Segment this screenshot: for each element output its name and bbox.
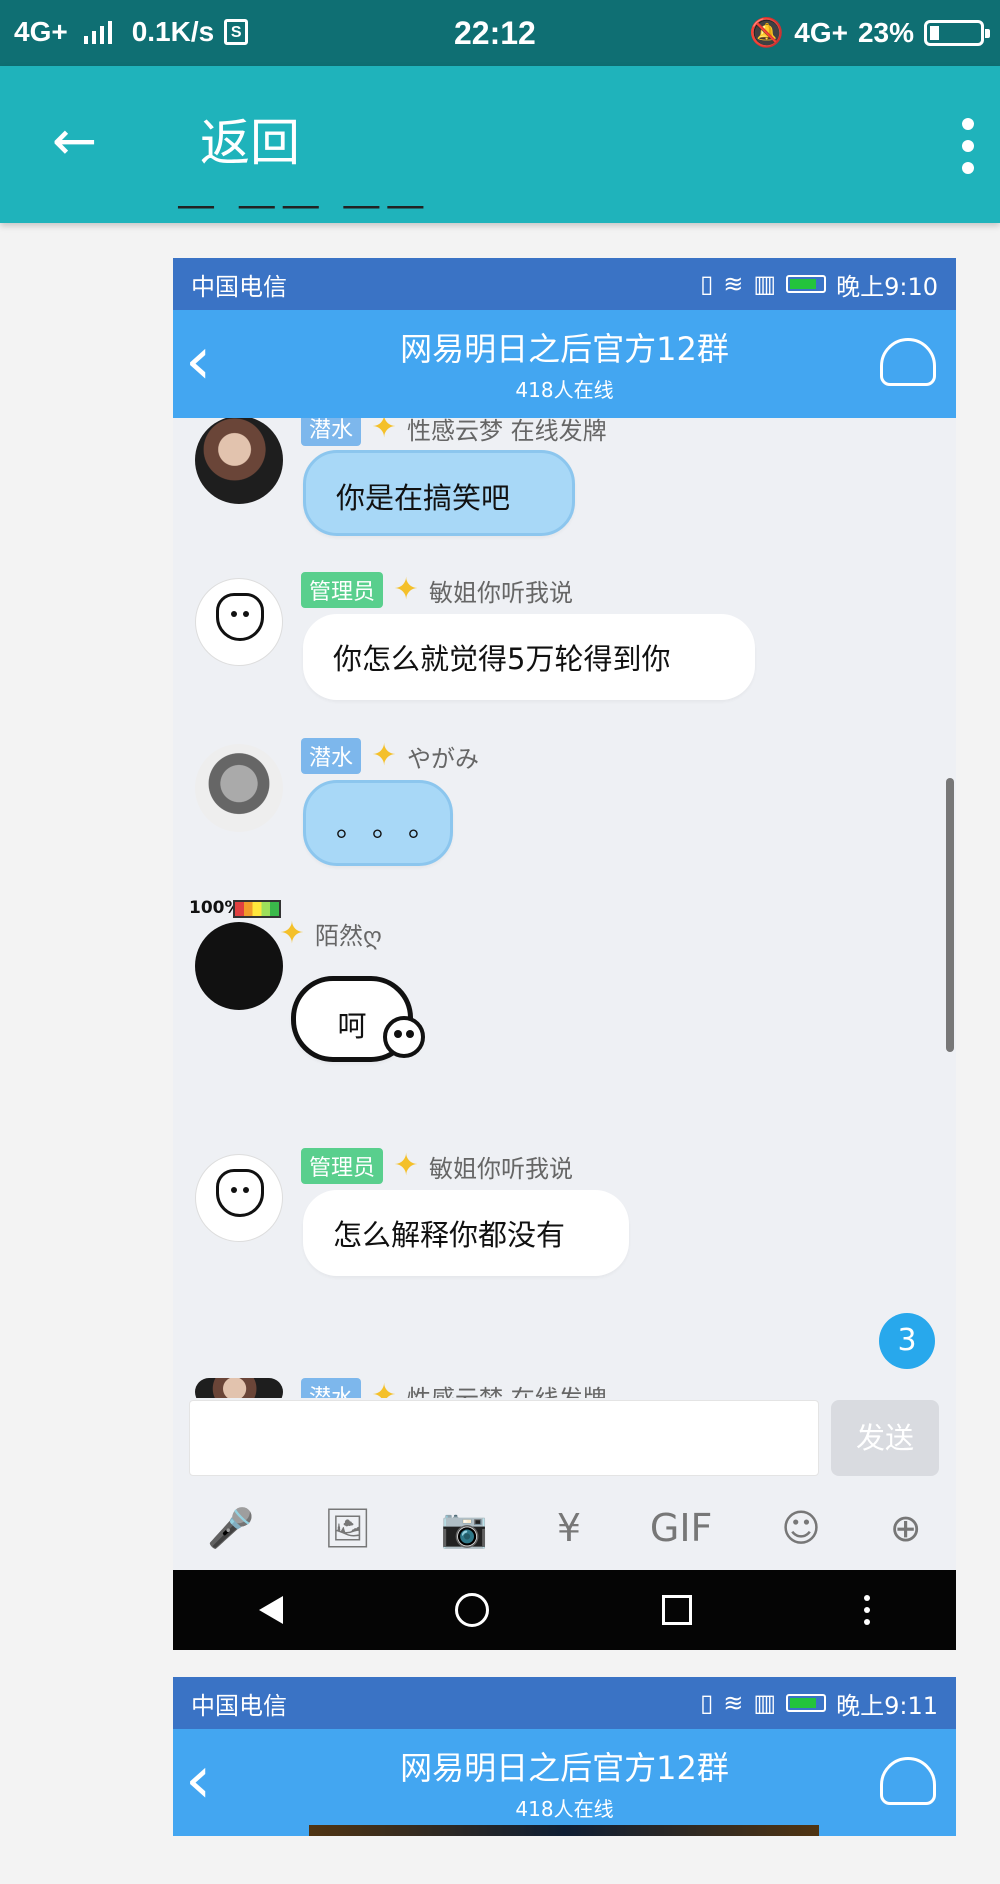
admin-tag: 管理员 — [301, 1148, 384, 1184]
carrier-name: 中国电信 — [191, 272, 287, 301]
mute-icon: 🔕 — [749, 17, 785, 48]
star-icon: ✦ — [279, 915, 305, 951]
gif-icon[interactable]: GIF — [650, 1506, 713, 1550]
group-chat-header: ‹ 网易明日之后官方12群 418人在线 — [173, 310, 956, 418]
avatar[interactable] — [195, 578, 283, 666]
image-icon[interactable]: 🖼 — [324, 1506, 372, 1551]
nav-home-icon[interactable] — [455, 1593, 490, 1627]
back-label[interactable]: 返回 — [200, 114, 300, 172]
sender-name: 陌然ღ — [315, 922, 382, 950]
face-icon — [216, 1169, 264, 1217]
carrier-name: 中国电信 — [191, 1691, 287, 1720]
app-top-bar: ← 返回 — [0, 66, 1000, 223]
message-meta: 潜水 ✦ やがみ — [301, 738, 479, 774]
camera-icon[interactable]: 📷 — [441, 1506, 488, 1551]
speed-text: 0.1K/s — [131, 16, 215, 47]
message-meta: 管理员 ✦ 敏姐你听我说 — [301, 1148, 573, 1184]
battery-icon — [924, 19, 990, 46]
message-input-row: 发送 — [189, 1400, 939, 1476]
admin-tag: 管理员 — [301, 572, 384, 608]
chat-toolbar: 🎤 🖼 📷 ¥ GIF ☺ ⊕ — [173, 1488, 956, 1568]
level-bar-icon — [233, 900, 281, 918]
online-count: 418人在线 — [515, 378, 614, 402]
send-button[interactable]: 发送 — [831, 1400, 939, 1476]
message-meta: 潜水 ✦ 性感云梦 在线发牌 — [301, 418, 607, 446]
nav-back-icon[interactable] — [259, 1596, 284, 1624]
scrollbar[interactable] — [946, 778, 954, 1052]
screenshot-panel-1: 中国电信 ▯ ≋ ▥ 晚上9:10 ‹ 网易明日之后官方12群 418人在线 潜… — [173, 258, 956, 1650]
chat-message-list[interactable]: 潜水 ✦ 性感云梦 在线发牌 你是在搞笑吧 管理员 ✦ 敏姐你听我说 你怎么就觉… — [173, 418, 956, 1398]
star-icon: ✦ — [393, 1148, 419, 1183]
inner-time: 晚上9:11 — [836, 1691, 938, 1720]
star-icon: ✦ — [371, 1378, 397, 1399]
app-notification-icon: S — [224, 19, 249, 45]
group-title: 网易明日之后官方12群 — [400, 1749, 729, 1787]
member-tag: 潜水 — [301, 1378, 362, 1398]
star-icon: ✦ — [393, 572, 419, 607]
vibrate-icon: ▯ — [700, 270, 714, 298]
member-tag: 潜水 — [301, 738, 362, 774]
member-tag: 潜水 — [301, 418, 362, 446]
star-icon: ✦ — [371, 738, 397, 773]
group-members-icon[interactable] — [880, 1757, 936, 1805]
right-network-type: 4G+ — [794, 16, 848, 48]
inner-status-bar: 中国电信 ▯ ≋ ▥ 晚上9:11 — [173, 1677, 956, 1729]
battery-icon — [786, 1694, 827, 1712]
mic-icon[interactable]: 🎤 — [207, 1506, 254, 1551]
sender-name: 性感云梦 在线发牌 — [407, 1379, 607, 1399]
screenshot-panel-2: 中国电信 ▯ ≋ ▥ 晚上9:11 ‹ 网易明日之后官方12群 418人在线 — [173, 1677, 956, 1836]
signal-icon — [83, 20, 112, 44]
group-members-icon[interactable] — [880, 338, 936, 386]
message-bubble[interactable]: 你怎么就觉得5万轮得到你 — [303, 614, 755, 700]
clipped-text-line: — —— —— — [176, 206, 876, 228]
cropped-game-banner — [309, 1825, 819, 1836]
message-input[interactable] — [189, 1400, 819, 1476]
message-meta: 潜水 ✦ 性感云梦 在线发牌 — [301, 1378, 607, 1398]
sender-name: やがみ — [407, 744, 480, 773]
sender-name: 敏姐你听我说 — [429, 578, 574, 607]
nav-recents-icon[interactable] — [661, 1595, 692, 1625]
battery-icon — [786, 275, 827, 293]
cell-icon: ▥ — [753, 270, 777, 298]
wifi-icon: ≋ — [723, 270, 744, 298]
outer-status-bar: 4G+ 0.1K/s S 22:12 🔕 4G+ 23% — [0, 0, 1000, 66]
face-icon — [216, 593, 264, 641]
nav-more-icon[interactable] — [863, 1595, 870, 1625]
avatar[interactable] — [195, 418, 283, 504]
cell-icon: ▥ — [753, 1689, 777, 1717]
group-title: 网易明日之后官方12群 — [400, 330, 729, 368]
emoji-icon[interactable]: ☺ — [781, 1506, 821, 1550]
vibrate-icon: ▯ — [700, 1689, 714, 1717]
sender-name: 性感云梦 在线发牌 — [407, 418, 607, 445]
panda-sticker-icon — [383, 1016, 425, 1058]
plus-icon[interactable]: ⊕ — [890, 1506, 922, 1550]
message-bubble[interactable]: 。。。 — [303, 780, 453, 866]
message-bubble[interactable]: 你是在搞笑吧 — [303, 450, 575, 536]
wifi-icon: ≋ — [723, 1689, 744, 1717]
inner-time: 晚上9:10 — [836, 272, 938, 301]
avatar[interactable] — [195, 1154, 283, 1242]
avatar[interactable] — [195, 1378, 283, 1398]
avatar[interactable] — [195, 922, 283, 1010]
battery-percent: 23% — [857, 16, 914, 48]
unread-count-badge[interactable]: 3 — [879, 1313, 935, 1369]
sender-name: 敏姐你听我说 — [429, 1154, 574, 1183]
message-meta: 管理员 ✦ 敏姐你听我说 — [301, 572, 573, 608]
android-nav-bar — [173, 1570, 956, 1650]
inner-status-bar: 中国电信 ▯ ≋ ▥ 晚上9:10 — [173, 258, 956, 310]
message-bubble[interactable]: 怎么解释你都没有 — [303, 1190, 629, 1276]
clock: 22:12 — [454, 15, 536, 51]
online-count: 418人在线 — [515, 1797, 614, 1821]
group-chat-header: ‹ 网易明日之后官方12群 418人在线 — [173, 1729, 956, 1836]
more-vertical-icon[interactable] — [962, 118, 974, 174]
arrow-left-icon[interactable]: ← — [52, 114, 97, 168]
avatar[interactable] — [195, 744, 283, 832]
red-packet-icon[interactable]: ¥ — [557, 1506, 581, 1550]
message-meta: ✦ 陌然ღ — [277, 915, 382, 951]
star-icon: ✦ — [371, 418, 397, 445]
network-type: 4G+ — [14, 16, 68, 47]
